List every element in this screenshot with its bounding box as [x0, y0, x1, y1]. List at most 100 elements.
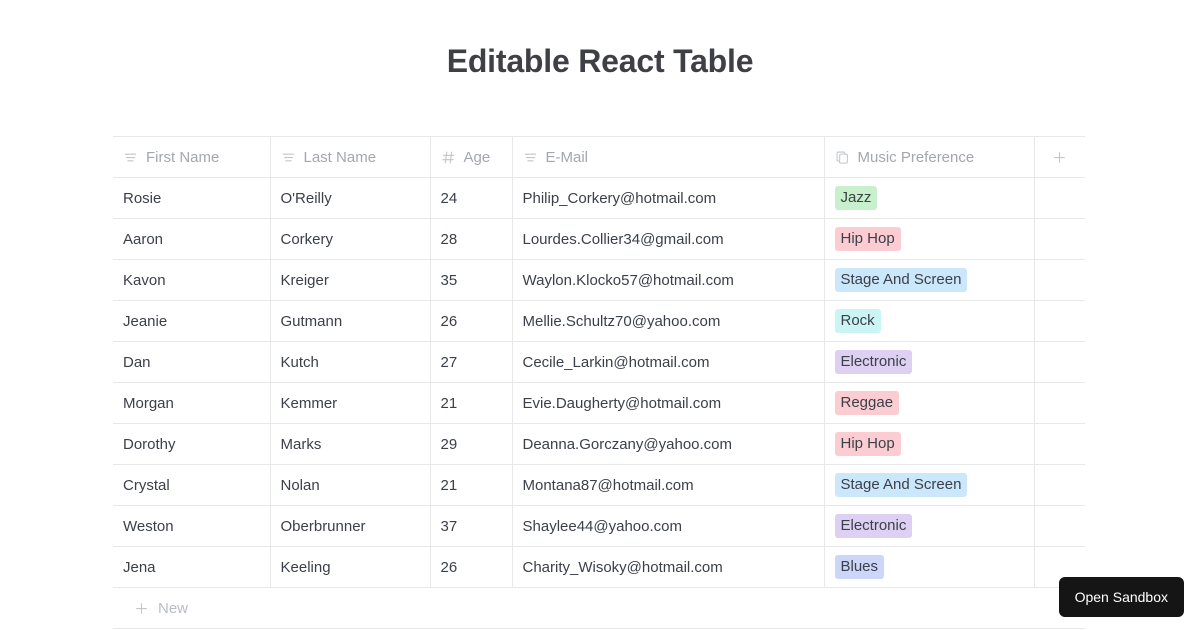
cell-email[interactable]: Deanna.Gorczany@yahoo.com: [512, 423, 825, 465]
table-row: Morgan Kemmer 21 Evie.Daugherty@hotmail.com…: [113, 382, 1085, 424]
table-header: First Name Last Name Age E-Mail Music Pr…: [113, 136, 1085, 178]
cell-email[interactable]: Waylon.Klocko57@hotmail.com: [512, 259, 825, 301]
cell-age[interactable]: 26: [430, 546, 513, 588]
cell-music-preference[interactable]: Electronic: [824, 505, 1035, 547]
cell-empty: [1034, 423, 1085, 465]
cell-email[interactable]: Lourdes.Collier34@gmail.com: [512, 218, 825, 260]
table-row: Jeanie Gutmann 26 Mellie.Schultz70@yahoo.co…: [113, 300, 1085, 342]
cell-first-name[interactable]: Kavon: [113, 259, 271, 301]
plus-icon: [134, 601, 149, 616]
cell-first-name[interactable]: Jeanie: [113, 300, 271, 342]
cell-age[interactable]: 24: [430, 177, 513, 219]
new-row[interactable]: New: [113, 587, 1085, 629]
page-title: Editable React Table: [446, 43, 754, 79]
cell-age[interactable]: 37: [430, 505, 513, 547]
cell-age[interactable]: 26: [430, 300, 513, 342]
cell-email[interactable]: Charity_Wisoky@hotmail.com: [512, 546, 825, 588]
text-lines-icon: [123, 150, 138, 165]
table-footer: New: [113, 587, 1085, 629]
music-tag: Hip Hop: [834, 227, 901, 251]
cell-first-name[interactable]: Dorothy: [113, 423, 271, 465]
music-tag: Hip Hop: [834, 432, 901, 456]
cell-last-name[interactable]: Nolan: [270, 464, 431, 506]
cell-last-name[interactable]: Oberbrunner: [270, 505, 431, 547]
cell-email[interactable]: Cecile_Larkin@hotmail.com: [512, 341, 825, 383]
cell-email[interactable]: Philip_Corkery@hotmail.com: [512, 177, 825, 219]
column-header-label: First Name: [146, 148, 220, 166]
cell-music-preference[interactable]: Stage And Screen: [824, 259, 1035, 301]
hash-icon: [441, 150, 456, 165]
new-row-label: New: [158, 599, 189, 617]
text-lines-icon: [281, 150, 296, 165]
plus-icon: [1052, 150, 1067, 165]
cell-music-preference[interactable]: Blues: [824, 546, 1035, 588]
column-header-label: E-Mail: [545, 148, 589, 166]
column-header-label: Last Name: [303, 148, 377, 166]
header-row: First Name Last Name Age E-Mail Music Pr…: [113, 136, 1085, 178]
column-header-age[interactable]: Age: [430, 136, 513, 178]
open-sandbox-button[interactable]: Open Sandbox: [1058, 577, 1184, 617]
cell-last-name[interactable]: Kreiger: [270, 259, 431, 301]
column-header-email[interactable]: E-Mail: [512, 136, 825, 178]
cell-last-name[interactable]: Gutmann: [270, 300, 431, 342]
cell-first-name[interactable]: Weston: [113, 505, 271, 547]
add-column-button[interactable]: [1034, 136, 1085, 178]
cell-last-name[interactable]: Marks: [270, 423, 431, 465]
app-root: Editable React Table First Name Last Nam…: [0, 0, 1200, 630]
cell-age[interactable]: 35: [430, 259, 513, 301]
cell-empty: [1034, 259, 1085, 301]
cell-last-name[interactable]: Keeling: [270, 546, 431, 588]
cell-age[interactable]: 28: [430, 218, 513, 260]
cell-music-preference[interactable]: Rock: [824, 300, 1035, 342]
cell-email[interactable]: Shaylee44@yahoo.com: [512, 505, 825, 547]
column-header-label: Age: [463, 148, 491, 166]
music-tag: Jazz: [834, 186, 878, 210]
music-tag: Electronic: [834, 514, 913, 538]
music-tag: Rock: [834, 309, 881, 333]
column-header-last-name[interactable]: Last Name: [270, 136, 431, 178]
cell-last-name[interactable]: Kutch: [270, 341, 431, 383]
cell-age[interactable]: 27: [430, 341, 513, 383]
cell-empty: [1034, 464, 1085, 506]
table-body: Rosie O'Reilly 24 Philip_Corkery@hotmail.co…: [113, 177, 1085, 588]
table-row: Dorothy Marks 29 Deanna.Gorczany@yahoo.com H…: [113, 423, 1085, 465]
cell-first-name[interactable]: Crystal: [113, 464, 271, 506]
table-row: Crystal Nolan 21 Montana87@hotmail.com Stage…: [113, 464, 1085, 506]
cell-music-preference[interactable]: Reggae: [824, 382, 1035, 424]
cell-email[interactable]: Evie.Daugherty@hotmail.com: [512, 382, 825, 424]
cell-first-name[interactable]: Dan: [113, 341, 271, 383]
cell-last-name[interactable]: O'Reilly: [270, 177, 431, 219]
cell-first-name[interactable]: Aaron: [113, 218, 271, 260]
copy-icon: [835, 150, 850, 165]
music-tag: Blues: [834, 555, 885, 579]
cell-first-name[interactable]: Jena: [113, 546, 271, 588]
cell-age[interactable]: 21: [430, 464, 513, 506]
cell-empty: [1034, 300, 1085, 342]
table-container: First Name Last Name Age E-Mail Music Pr…: [113, 136, 1085, 629]
cell-empty: [1034, 341, 1085, 383]
cell-email[interactable]: Mellie.Schultz70@yahoo.com: [512, 300, 825, 342]
cell-music-preference[interactable]: Electronic: [824, 341, 1035, 383]
cell-age[interactable]: 21: [430, 382, 513, 424]
cell-last-name[interactable]: Kemmer: [270, 382, 431, 424]
cell-music-preference[interactable]: Hip Hop: [824, 218, 1035, 260]
cell-empty: [1034, 218, 1085, 260]
new-row-cell[interactable]: New: [113, 587, 1085, 629]
table-row: Rosie O'Reilly 24 Philip_Corkery@hotmail.co…: [113, 177, 1085, 219]
column-header-first-name[interactable]: First Name: [113, 136, 271, 178]
cell-music-preference[interactable]: Stage And Screen: [824, 464, 1035, 506]
cell-first-name[interactable]: Rosie: [113, 177, 271, 219]
cell-first-name[interactable]: Morgan: [113, 382, 271, 424]
cell-music-preference[interactable]: Hip Hop: [824, 423, 1035, 465]
text-lines-icon: [523, 150, 538, 165]
column-header-label: Music Preference: [857, 148, 975, 166]
column-header-music-preference[interactable]: Music Preference: [824, 136, 1035, 178]
cell-empty: [1034, 177, 1085, 219]
cell-empty: [1034, 382, 1085, 424]
music-tag: Stage And Screen: [834, 473, 968, 497]
cell-music-preference[interactable]: Jazz: [824, 177, 1035, 219]
table-row: Jena Keeling 26 Charity_Wisoky@hotmail.com B…: [113, 546, 1085, 588]
cell-last-name[interactable]: Corkery: [270, 218, 431, 260]
cell-age[interactable]: 29: [430, 423, 513, 465]
cell-email[interactable]: Montana87@hotmail.com: [512, 464, 825, 506]
